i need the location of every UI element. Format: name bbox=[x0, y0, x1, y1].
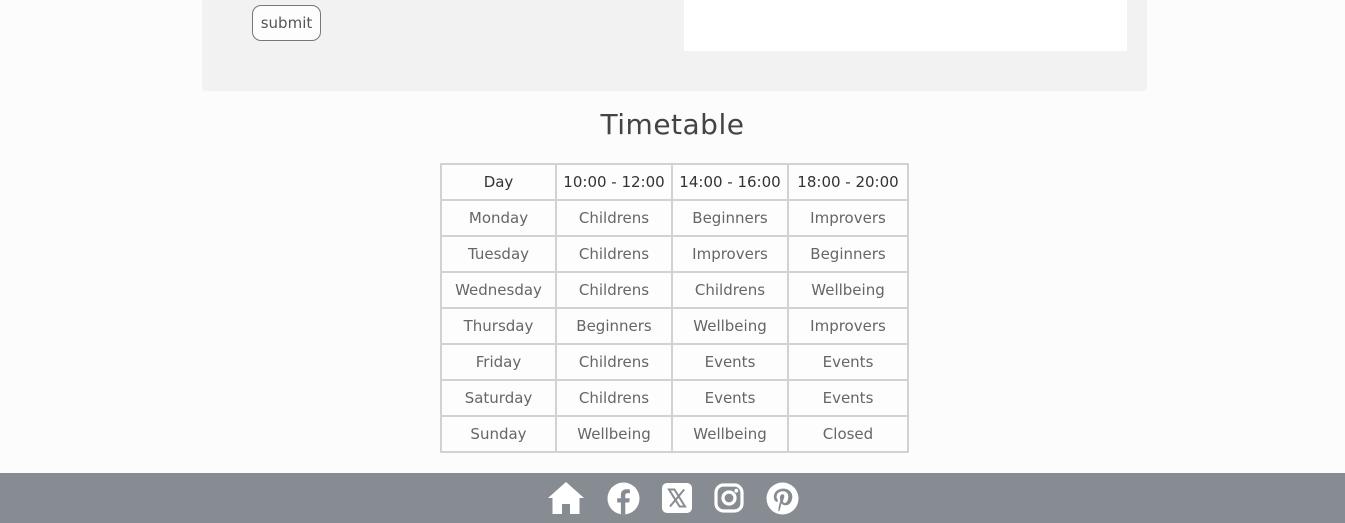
contact-form-panel: submit bbox=[202, 0, 1147, 91]
class-cell: Childrens bbox=[555, 271, 673, 309]
class-cell: Events bbox=[671, 343, 789, 381]
class-cell: Childrens bbox=[555, 199, 673, 237]
header-day: Day bbox=[440, 163, 557, 201]
class-cell: Beginners bbox=[787, 235, 909, 273]
class-cell: Childrens bbox=[671, 271, 789, 309]
facebook-link[interactable] bbox=[607, 482, 640, 515]
home-link[interactable] bbox=[547, 481, 585, 515]
header-slot-morning: 10:00 - 12:00 bbox=[555, 163, 673, 201]
table-header-row: Day 10:00 - 12:00 14:00 - 16:00 18:00 - … bbox=[440, 163, 909, 201]
x-twitter-link[interactable] bbox=[661, 483, 692, 513]
header-slot-evening: 18:00 - 20:00 bbox=[787, 163, 909, 201]
class-cell: Events bbox=[671, 379, 789, 417]
submit-button[interactable]: submit bbox=[252, 5, 321, 41]
day-cell: Sunday bbox=[440, 415, 557, 453]
table-row: Thursday Beginners Wellbeing Improvers bbox=[440, 307, 909, 345]
class-cell: Childrens bbox=[555, 235, 673, 273]
day-cell: Monday bbox=[440, 199, 557, 237]
class-cell: Childrens bbox=[555, 379, 673, 417]
class-cell: Wellbeing bbox=[671, 415, 789, 453]
day-cell: Friday bbox=[440, 343, 557, 381]
class-cell: Improvers bbox=[787, 199, 909, 237]
day-cell: Tuesday bbox=[440, 235, 557, 273]
day-cell: Wednesday bbox=[440, 271, 557, 309]
table-row: Friday Childrens Events Events bbox=[440, 343, 909, 381]
form-side-box bbox=[684, 0, 1127, 51]
day-cell: Thursday bbox=[440, 307, 557, 345]
class-cell: Events bbox=[787, 343, 909, 381]
table-row: Monday Childrens Beginners Improvers bbox=[440, 199, 909, 237]
class-cell: Closed bbox=[787, 415, 909, 453]
day-cell: Saturday bbox=[440, 379, 557, 417]
x-twitter-icon bbox=[661, 483, 692, 513]
class-cell: Beginners bbox=[671, 199, 789, 237]
class-cell: Wellbeing bbox=[671, 307, 789, 345]
instagram-link[interactable] bbox=[713, 483, 744, 513]
class-cell: Childrens bbox=[555, 343, 673, 381]
table-row: Sunday Wellbeing Wellbeing Closed bbox=[440, 415, 909, 453]
pinterest-icon bbox=[766, 482, 798, 514]
facebook-icon bbox=[607, 482, 639, 514]
table-row: Saturday Childrens Events Events bbox=[440, 379, 909, 417]
class-cell: Improvers bbox=[787, 307, 909, 345]
class-cell: Improvers bbox=[671, 235, 789, 273]
pinterest-link[interactable] bbox=[766, 482, 799, 515]
table-row: Wednesday Childrens Childrens Wellbeing bbox=[440, 271, 909, 309]
table-row: Tuesday Childrens Improvers Beginners bbox=[440, 235, 909, 273]
class-cell: Wellbeing bbox=[555, 415, 673, 453]
class-cell: Wellbeing bbox=[787, 271, 909, 309]
footer bbox=[0, 473, 1345, 523]
instagram-icon bbox=[713, 483, 744, 513]
class-cell: Events bbox=[787, 379, 909, 417]
header-slot-afternoon: 14:00 - 16:00 bbox=[671, 163, 789, 201]
home-icon bbox=[547, 482, 584, 514]
timetable-table: Day 10:00 - 12:00 14:00 - 16:00 18:00 - … bbox=[440, 163, 909, 453]
class-cell: Beginners bbox=[555, 307, 673, 345]
timetable-title: Timetable bbox=[600, 108, 745, 141]
